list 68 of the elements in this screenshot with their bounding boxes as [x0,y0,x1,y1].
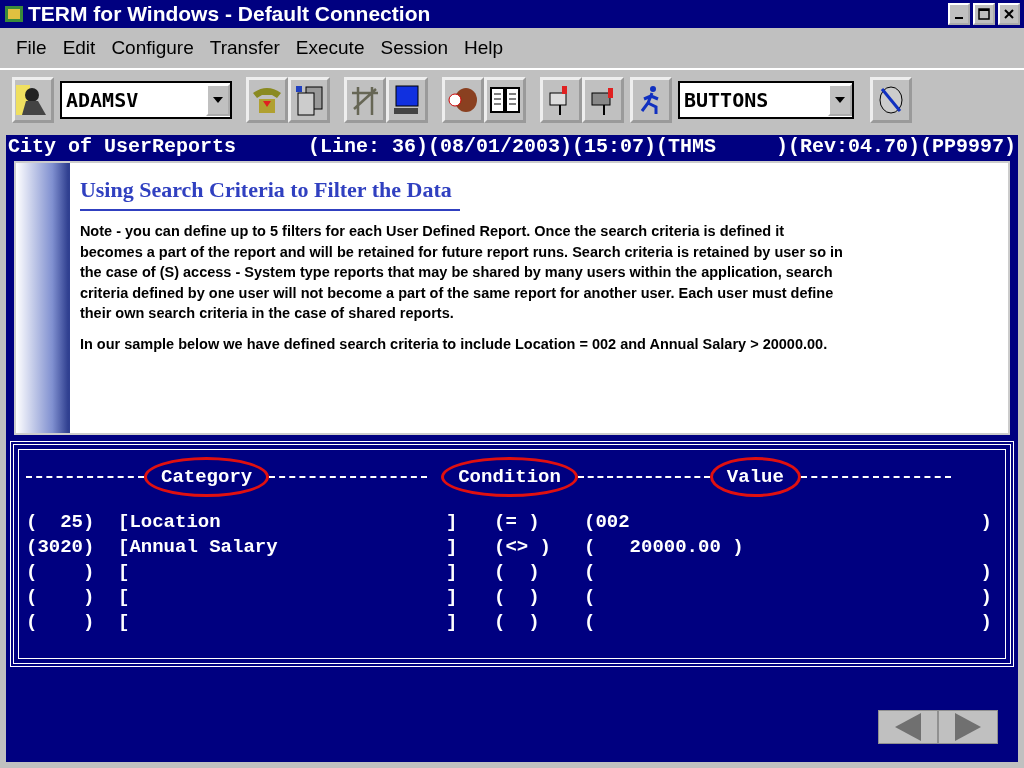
next-button[interactable] [938,710,998,744]
status-info: (Line: 36)(08/01/2003)(15:07)(THMS )(Rev:04.70)(PP9997) [307,135,1016,159]
field-id[interactable]: (3020) [26,536,118,561]
value-field[interactable]: ( 20000.00 ) [584,536,998,561]
category-field[interactable]: [ [118,586,446,611]
close-icon [1003,8,1015,20]
maximize-button[interactable] [973,3,995,25]
toolbar-button[interactable] [630,77,672,123]
field-id[interactable]: ( ) [26,561,118,586]
toolbar-button[interactable] [484,77,526,123]
field-id[interactable]: ( ) [26,586,118,611]
column-header: Condition [441,457,578,497]
toolbar-button[interactable] [582,77,624,123]
field-bracket: ) [980,561,992,585]
value-field[interactable]: (002 [584,511,981,536]
right-triangle-icon [955,713,981,741]
menu-item[interactable]: Execute [289,37,371,59]
value-field[interactable]: ( [584,561,981,586]
column-header: Value [709,457,801,497]
condition-field[interactable]: (= ) [494,511,584,536]
menu-item[interactable]: Session [374,37,455,59]
minimize-button[interactable] [948,3,970,25]
callout-paragraph: Note - you can define up to 5 filters for each User Defined Report. Once the search criteria is defined it becomes a part of the report and will be retained for future report runs. Search criteria is retained by user so in the case of (S) access - System type reports that may be shared by many users within the application, search criteria defined by one user will not become a part of the same report for another user. Each user must define their own search criteria in the case of shared reports. [79,222,844,323]
left-triangle-icon [895,713,921,741]
previous-button[interactable] [878,710,938,744]
minimize-icon [955,17,963,19]
toolbar-button[interactable] [386,77,428,123]
callout-heading: Using Search Criteria to Filter the Data [79,177,460,211]
field-bracket: ] [446,586,459,610]
column-header: Category [144,457,270,497]
category-field[interactable]: [Location [118,511,446,536]
callout-paragraph: In our sample below we have defined search criteria to include Location = 002 and Annual Salary > 20000.00. [79,334,829,354]
session-dropdown[interactable]: ADAMSV [60,81,232,119]
field-id[interactable]: ( 25) [26,511,118,536]
category-field[interactable]: [ [118,611,446,636]
field-bracket: ) [980,611,992,635]
close-button[interactable] [998,3,1020,25]
field-bracket: ] [446,611,459,635]
field-bracket: ] [446,536,459,560]
field-bracket: ) [980,511,992,535]
condition-field[interactable]: ( ) [494,586,584,611]
field-bracket: ] [446,511,459,535]
condition-field[interactable]: ( ) [494,611,584,636]
field-id[interactable]: ( ) [26,611,118,636]
category-field[interactable]: [Annual Salary [118,536,446,561]
field-bracket: ] [446,561,459,585]
buttons-dropdown[interactable]: BUTTONS [678,81,854,119]
toolbar-button[interactable] [870,77,912,123]
condition-field[interactable]: (<> ) [494,536,584,561]
toolbar-button[interactable] [288,77,330,123]
menu-item[interactable]: Help [458,37,510,59]
window-title: TERM for Windows - Default Connection [28,2,431,26]
menu-item[interactable]: Edit [56,37,102,59]
value-field[interactable]: ( [584,611,981,636]
maximize-icon [978,8,990,20]
app-icon [4,4,24,24]
menu-item[interactable]: File [10,37,53,59]
dropdown-arrow-icon [835,97,845,103]
field-bracket: ) [980,586,992,610]
menu-item[interactable]: Configure [105,37,200,59]
dropdown-arrow-icon [213,97,223,103]
toolbar-button[interactable] [442,77,484,123]
condition-field[interactable]: ( ) [494,561,584,586]
category-field[interactable]: [ [118,561,446,586]
menu-item[interactable]: Transfer [203,37,286,59]
value-field[interactable]: ( [584,586,981,611]
toolbar-button[interactable] [12,77,54,123]
status-title: City of UserReports [8,135,237,159]
